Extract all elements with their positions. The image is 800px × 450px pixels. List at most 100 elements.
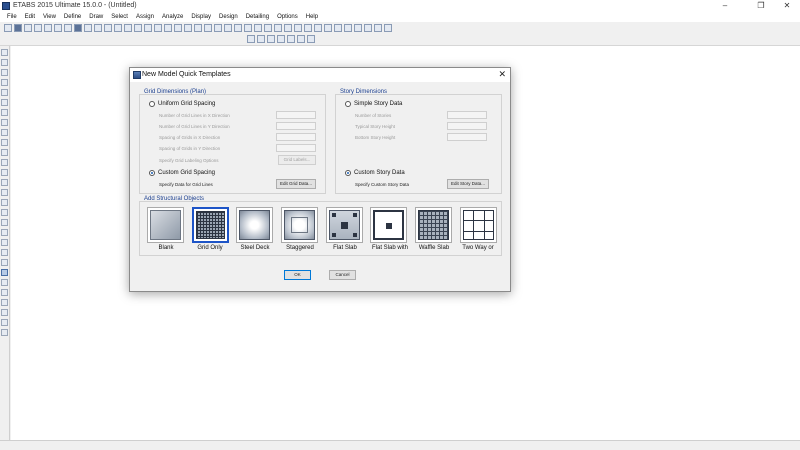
column-icon[interactable] (354, 24, 362, 32)
rotate-icon[interactable] (174, 24, 182, 32)
draw-beam-icon[interactable] (1, 79, 8, 86)
frame-forces-icon[interactable] (264, 24, 272, 32)
simple-story-radio-dot[interactable] (345, 101, 351, 107)
custom-grid-radio-dot[interactable] (149, 170, 155, 176)
draw-link-icon[interactable] (1, 109, 8, 116)
menu-help[interactable]: Help (302, 12, 322, 22)
typical-story-height-input[interactable] (447, 122, 487, 130)
joint-reactions-icon[interactable] (274, 24, 282, 32)
design-steel-icon[interactable] (294, 24, 302, 32)
reshape-icon[interactable] (257, 35, 265, 43)
object-shrink-icon[interactable] (214, 24, 222, 32)
custom-story-radio-dot[interactable] (345, 170, 351, 176)
template-steel-deck[interactable] (236, 207, 273, 243)
grid-x-spacing-input[interactable] (276, 133, 316, 141)
grid-y-lines-input[interactable] (276, 122, 316, 130)
menu-assign[interactable]: Assign (132, 12, 158, 22)
lock-icon[interactable] (74, 24, 82, 32)
draw-design-strip-icon[interactable] (1, 249, 8, 256)
design-concrete-icon[interactable] (304, 24, 312, 32)
draw-opening-icon[interactable] (1, 139, 8, 146)
previous-selection-icon[interactable] (1, 289, 8, 296)
draw-reference-point-icon[interactable] (1, 189, 8, 196)
draw-tendon-icon[interactable] (1, 169, 8, 176)
zoom-window-icon[interactable] (114, 24, 122, 32)
menu-detailing[interactable]: Detailing (242, 12, 273, 22)
pointer-tool-icon[interactable] (1, 49, 8, 56)
intersect-icon[interactable] (287, 35, 295, 43)
reshape-tool-icon[interactable] (1, 59, 8, 66)
draw-null-area-icon[interactable] (1, 149, 8, 156)
save-icon[interactable] (24, 24, 32, 32)
draw-wall-stack-icon[interactable] (1, 209, 8, 216)
snap-ends-icon[interactable] (1, 319, 8, 326)
grid-y-spacing-input[interactable] (276, 144, 316, 152)
pencil-icon[interactable] (64, 24, 72, 32)
select-pointer-icon[interactable] (247, 35, 255, 43)
menu-file[interactable]: File (3, 12, 21, 22)
export-icon[interactable] (384, 24, 392, 32)
zoom-in-icon[interactable] (94, 24, 102, 32)
select-all-icon[interactable] (1, 269, 8, 276)
grid-labels-button[interactable]: Grid Labels... (278, 155, 316, 165)
draw-brace-icon[interactable] (1, 99, 8, 106)
menu-draw[interactable]: Draw (85, 12, 107, 22)
template-blank[interactable] (147, 207, 184, 243)
cancel-button[interactable]: Cancel (329, 270, 356, 280)
close-window-button[interactable]: ✕ (772, 0, 800, 12)
run-icon[interactable] (84, 24, 92, 32)
menu-options[interactable]: Options (273, 12, 302, 22)
number-of-stories-input[interactable] (447, 111, 487, 119)
draw-column-icon[interactable] (1, 89, 8, 96)
view-plan-icon[interactable] (154, 24, 162, 32)
snap-perpendicular-icon[interactable] (1, 329, 8, 336)
draw-wall-icon[interactable] (1, 129, 8, 136)
view-3d-icon[interactable] (144, 24, 152, 32)
uniform-grid-radio-dot[interactable] (149, 101, 155, 107)
new-model-icon[interactable] (4, 24, 12, 32)
menu-select[interactable]: Select (107, 12, 132, 22)
open-icon[interactable] (14, 24, 22, 32)
draw-slab-rebar-icon[interactable] (1, 239, 8, 246)
measure-icon[interactable] (277, 35, 285, 43)
clear-selection-icon[interactable] (1, 299, 8, 306)
filter-icon[interactable] (344, 24, 352, 32)
ok-button[interactable]: OK (284, 270, 311, 280)
draw-floor-icon[interactable] (1, 119, 8, 126)
edit-grid-data-button[interactable]: Edit Grid Data... (276, 179, 316, 189)
view-elevation-icon[interactable] (164, 24, 172, 32)
draw-developed-elevation-icon[interactable] (1, 219, 8, 226)
zoom-out-icon[interactable] (104, 24, 112, 32)
pan-icon[interactable] (134, 24, 142, 32)
template-two-way[interactable] (460, 207, 497, 243)
snap-points-icon[interactable] (1, 309, 8, 316)
refresh-icon[interactable] (54, 24, 62, 32)
menu-design[interactable]: Design (215, 12, 242, 22)
template-waffle-slab[interactable] (415, 207, 452, 243)
template-grid-only[interactable] (192, 207, 229, 243)
menu-display[interactable]: Display (187, 12, 215, 22)
undo-icon[interactable] (34, 24, 42, 32)
menu-edit[interactable]: Edit (21, 12, 39, 22)
display-options-icon[interactable] (204, 24, 212, 32)
draw-joint-icon[interactable] (1, 69, 8, 76)
draw-dimension-icon[interactable] (1, 179, 8, 186)
design-wall-icon[interactable] (324, 24, 332, 32)
design-composite-icon[interactable] (314, 24, 322, 32)
draw-section-cut-icon[interactable] (1, 199, 8, 206)
layout-icon[interactable] (374, 24, 382, 32)
zoom-all-icon[interactable] (124, 24, 132, 32)
simple-story-radio[interactable]: Simple Story Data (345, 101, 402, 107)
dialog-close-icon[interactable]: ✕ (498, 69, 506, 80)
snap-icon[interactable] (267, 35, 275, 43)
move-up-icon[interactable] (184, 24, 192, 32)
edit-story-data-button[interactable]: Edit Story Data... (447, 179, 489, 189)
grid-snap-icon[interactable] (297, 35, 305, 43)
shell-forces-icon[interactable] (284, 24, 292, 32)
template-flat-slab[interactable] (326, 207, 363, 243)
draw-strip-icon[interactable] (1, 159, 8, 166)
fill-icon[interactable] (234, 24, 242, 32)
ortho-icon[interactable] (307, 35, 315, 43)
extrude-icon[interactable] (224, 24, 232, 32)
text-size-icon[interactable] (334, 24, 342, 32)
